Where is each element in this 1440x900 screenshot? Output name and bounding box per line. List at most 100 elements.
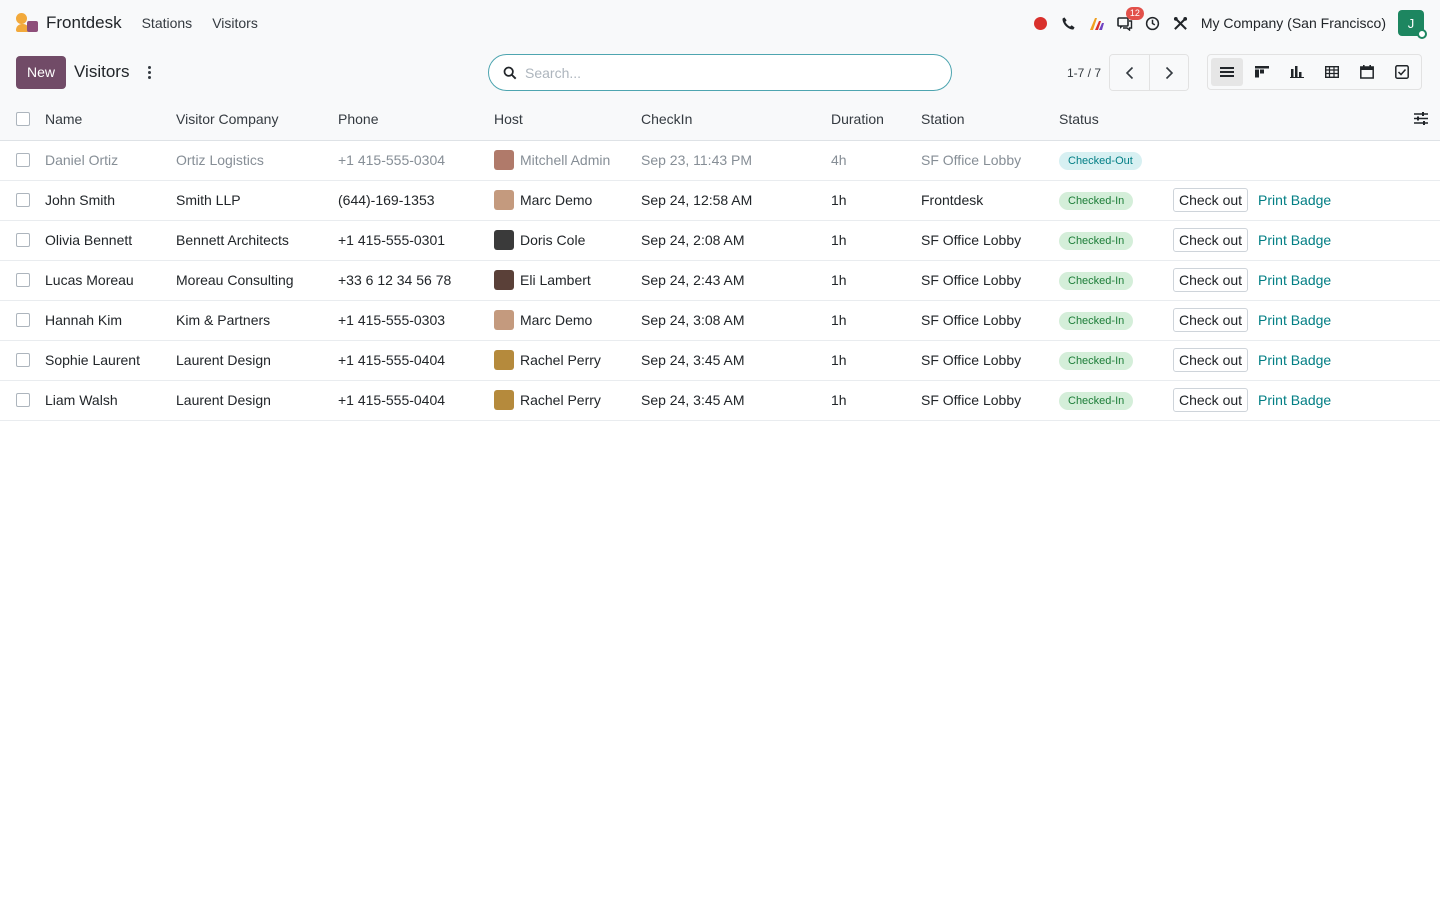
row-checkbox[interactable] — [16, 313, 30, 327]
checkin-time[interactable]: Sep 24, 3:08 AM — [641, 300, 831, 341]
station-name[interactable]: SF Office Lobby — [921, 140, 1059, 181]
search-input[interactable] — [525, 64, 925, 81]
actions-menu-icon[interactable] — [143, 65, 155, 79]
pager-next-button[interactable] — [1149, 55, 1189, 90]
visitor-phone[interactable]: +1 415-555-0301 — [338, 220, 494, 261]
visitor-company[interactable]: Laurent Design — [176, 340, 338, 381]
visitor-phone[interactable]: +1 415-555-0404 — [338, 380, 494, 421]
table-row[interactable]: John Smith Smith LLP (644)-169-1353 Marc De… — [0, 180, 1440, 221]
print-badge-link[interactable]: Print Badge — [1258, 352, 1331, 368]
visit-duration[interactable]: 1h — [831, 220, 921, 261]
row-checkbox[interactable] — [16, 153, 30, 167]
menu-item-stations[interactable]: Stations — [142, 15, 193, 31]
visitor-name[interactable]: Sophie Laurent — [45, 340, 176, 381]
checkin-time[interactable]: Sep 24, 3:45 AM — [641, 380, 831, 421]
checkin-time[interactable]: Sep 24, 2:08 AM — [641, 220, 831, 261]
check-out-button[interactable]: Check out — [1173, 228, 1249, 252]
graph-view-button[interactable] — [1281, 58, 1313, 86]
visitor-name[interactable]: Hannah Kim — [45, 300, 176, 341]
column-header-duration[interactable]: Duration — [831, 98, 921, 141]
table-row[interactable]: Liam Walsh Laurent Design +1 415-555-0404 R… — [0, 380, 1440, 421]
row-checkbox[interactable] — [16, 393, 30, 407]
row-checkbox[interactable] — [16, 273, 30, 287]
table-row[interactable]: Hannah Kim Kim & Partners +1 415-555-0303 M… — [0, 300, 1440, 341]
phone-icon[interactable] — [1055, 9, 1083, 37]
visitor-name[interactable]: Lucas Moreau — [45, 260, 176, 301]
checkin-time[interactable]: Sep 24, 3:45 AM — [641, 340, 831, 381]
print-badge-link[interactable]: Print Badge — [1258, 192, 1331, 208]
company-switcher[interactable]: My Company (San Francisco) — [1201, 15, 1386, 31]
visitor-company[interactable]: Ortiz Logistics — [176, 140, 338, 181]
app-brand[interactable]: Frontdesk — [16, 12, 122, 34]
recording-icon[interactable] — [1027, 9, 1055, 37]
row-checkbox[interactable] — [16, 233, 30, 247]
check-out-button[interactable]: Check out — [1173, 388, 1249, 412]
visitor-name[interactable]: John Smith — [45, 180, 176, 221]
visitor-phone[interactable]: +33 6 12 34 56 78 — [338, 260, 494, 301]
messages-icon[interactable]: 12 — [1111, 7, 1144, 37]
station-name[interactable]: SF Office Lobby — [921, 220, 1059, 261]
studio-icon[interactable] — [1083, 9, 1111, 37]
check-out-button[interactable]: Check out — [1173, 188, 1249, 212]
search-bar[interactable] — [488, 54, 952, 91]
visit-duration[interactable]: 1h — [831, 260, 921, 301]
checkin-time[interactable]: Sep 24, 12:58 AM — [641, 180, 831, 221]
print-badge-link[interactable]: Print Badge — [1258, 312, 1331, 328]
host-name[interactable]: Marc Demo — [520, 192, 592, 208]
station-name[interactable]: SF Office Lobby — [921, 340, 1059, 381]
visitor-name[interactable]: Liam Walsh — [45, 380, 176, 421]
visit-duration[interactable]: 4h — [831, 140, 921, 181]
visitor-phone[interactable]: (644)-169-1353 — [338, 180, 494, 221]
visitor-company[interactable]: Laurent Design — [176, 380, 338, 421]
list-view-button[interactable] — [1211, 58, 1243, 86]
calendar-view-button[interactable] — [1351, 58, 1383, 86]
column-header-name[interactable]: Name — [45, 98, 176, 141]
visit-duration[interactable]: 1h — [831, 340, 921, 381]
row-checkbox[interactable] — [16, 353, 30, 367]
station-name[interactable]: SF Office Lobby — [921, 300, 1059, 341]
checkin-time[interactable]: Sep 23, 11:43 PM — [641, 140, 831, 181]
visitor-company[interactable]: Kim & Partners — [176, 300, 338, 341]
column-header-status[interactable]: Status — [1059, 98, 1173, 141]
new-button[interactable]: New — [16, 55, 67, 89]
column-header-host[interactable]: Host — [494, 98, 641, 141]
column-header-phone[interactable]: Phone — [338, 98, 494, 141]
visit-duration[interactable]: 1h — [831, 180, 921, 221]
check-out-button[interactable]: Check out — [1173, 308, 1249, 332]
visitor-phone[interactable]: +1 415-555-0304 — [338, 140, 494, 181]
host-name[interactable]: Mitchell Admin — [520, 152, 610, 168]
column-header-checkin[interactable]: CheckIn — [641, 98, 831, 141]
print-badge-link[interactable]: Print Badge — [1258, 232, 1331, 248]
table-row[interactable]: Daniel Ortiz Ortiz Logistics +1 415-555-03… — [0, 140, 1440, 181]
host-name[interactable]: Marc Demo — [520, 312, 592, 328]
print-badge-link[interactable]: Print Badge — [1258, 272, 1331, 288]
optional-columns-icon[interactable] — [1414, 112, 1428, 126]
pager-value[interactable]: 1-7 / 7 — [1067, 66, 1101, 80]
visit-duration[interactable]: 1h — [831, 300, 921, 341]
clock-icon[interactable] — [1139, 9, 1167, 37]
table-row[interactable]: Sophie Laurent Laurent Design +1 415-555-0… — [0, 340, 1440, 381]
print-badge-link[interactable]: Print Badge — [1258, 392, 1331, 408]
host-name[interactable]: Doris Cole — [520, 232, 585, 248]
visitor-company[interactable]: Moreau Consulting — [176, 260, 338, 301]
kanban-view-button[interactable] — [1246, 58, 1278, 86]
column-header-visitor-company[interactable]: Visitor Company — [176, 98, 338, 141]
visitor-phone[interactable]: +1 415-555-0404 — [338, 340, 494, 381]
pivot-view-button[interactable] — [1316, 58, 1348, 86]
check-out-button[interactable]: Check out — [1173, 348, 1249, 372]
check-out-button[interactable]: Check out — [1173, 268, 1249, 292]
column-header-station[interactable]: Station — [921, 98, 1059, 141]
table-row[interactable]: Lucas Moreau Moreau Consulting +33 6 12 34… — [0, 260, 1440, 301]
select-all-checkbox[interactable] — [16, 111, 30, 126]
visitor-name[interactable]: Olivia Bennett — [45, 220, 176, 261]
row-checkbox[interactable] — [16, 193, 30, 207]
station-name[interactable]: Frontdesk — [921, 180, 1059, 221]
host-name[interactable]: Eli Lambert — [520, 272, 591, 288]
activity-view-button[interactable] — [1386, 58, 1418, 86]
visitor-company[interactable]: Bennett Architects — [176, 220, 338, 261]
host-name[interactable]: Rachel Perry — [520, 352, 601, 368]
menu-item-visitors[interactable]: Visitors — [212, 15, 258, 31]
visitor-phone[interactable]: +1 415-555-0303 — [338, 300, 494, 341]
visitor-company[interactable]: Smith LLP — [176, 180, 338, 221]
pager-previous-button[interactable] — [1110, 55, 1150, 90]
